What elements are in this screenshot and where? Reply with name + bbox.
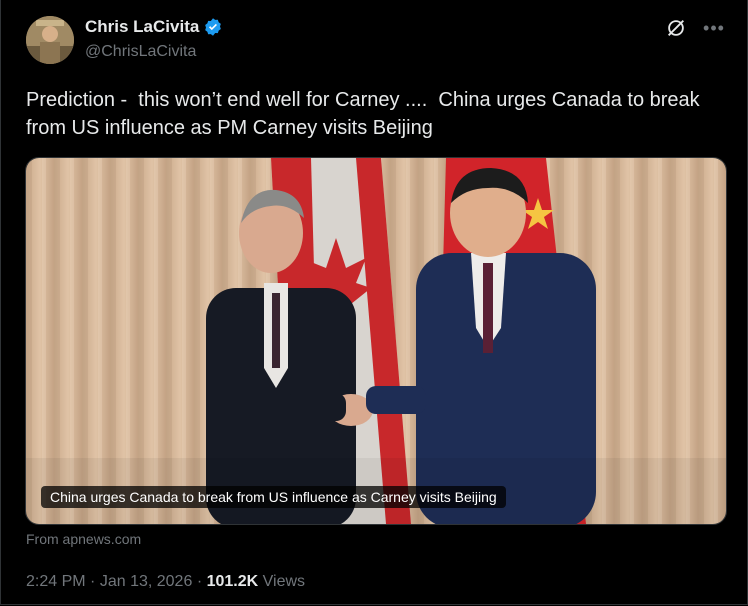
avatar[interactable] (26, 16, 74, 64)
views-label: Views (262, 573, 306, 590)
more-icon[interactable]: ••• (702, 16, 726, 40)
display-name[interactable]: Chris LaCivita (85, 17, 199, 37)
tweet-meta: 2:24 PM · Jan 13, 2026 · 101.2K Views (26, 573, 305, 591)
meta-separator: · (90, 573, 96, 590)
meta-separator: · (196, 573, 203, 590)
media-caption: China urges Canada to break from US infl… (41, 486, 506, 508)
grok-icon[interactable] (664, 16, 688, 40)
tweet-time[interactable]: 2:24 PM (26, 573, 86, 590)
media-card[interactable]: China urges Canada to break from US infl… (25, 157, 727, 525)
tweet-text: Prediction - this won’t end well for Car… (26, 89, 706, 139)
handle[interactable]: @ChrisLaCivita (85, 43, 196, 61)
link-source[interactable]: From apnews.com (26, 531, 141, 547)
views-count[interactable]: 101.2K (207, 573, 259, 590)
news-photo (26, 158, 726, 524)
verified-badge-icon (205, 18, 222, 36)
tweet-date[interactable]: Jan 13, 2026 (100, 573, 193, 590)
